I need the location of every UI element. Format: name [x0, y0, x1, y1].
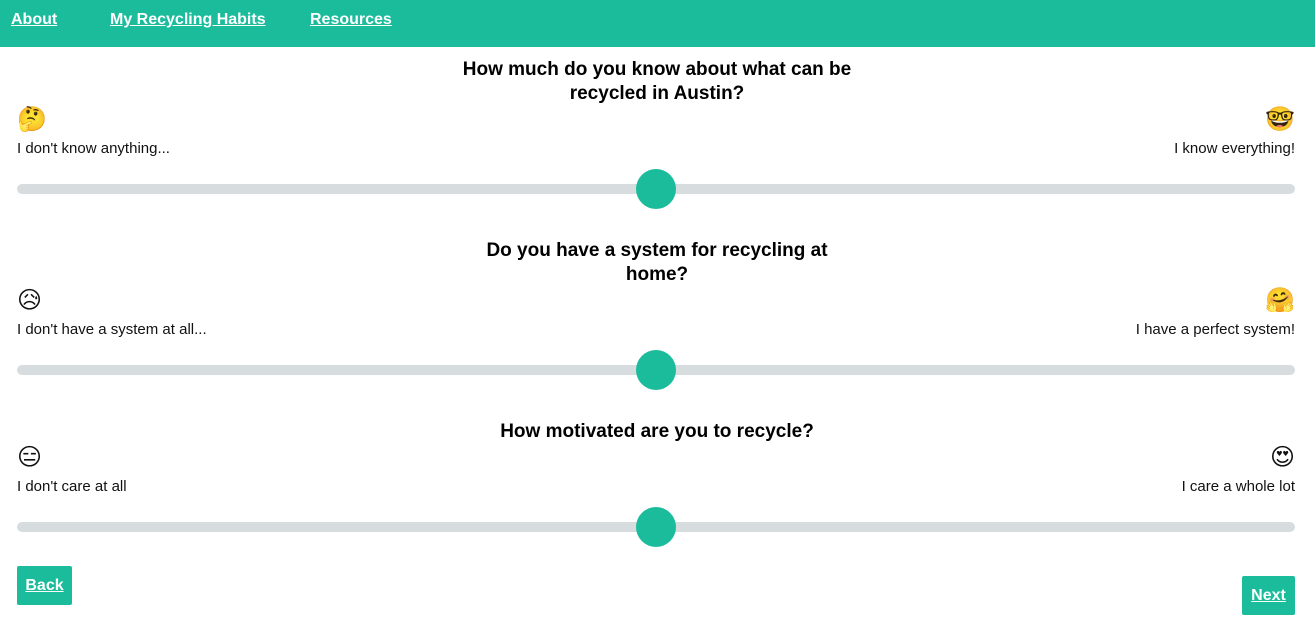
motivation-slider-thumb[interactable]	[636, 507, 676, 547]
scale-max-label: I have a perfect system!	[1135, 321, 1295, 338]
question-title: How much do you know about what can be r…	[462, 59, 852, 104]
system-slider-track[interactable]	[17, 350, 1295, 390]
thinking-face-icon: 🤔	[17, 105, 47, 133]
expressionless-face-icon: 😑	[17, 443, 43, 471]
nav-recycling-habits-link[interactable]: My Recycling Habits	[110, 11, 266, 29]
system-slider-thumb[interactable]	[636, 350, 676, 390]
heart-eyes-face-icon: 😍	[1269, 443, 1295, 471]
scale-max-label: I know everything!	[1174, 140, 1295, 157]
nav-resources-link[interactable]: Resources	[310, 11, 392, 29]
back-button[interactable]: Back	[17, 566, 72, 605]
knowledge-slider-thumb[interactable]	[636, 169, 676, 209]
hugging-face-icon: 🤗	[1265, 286, 1295, 314]
knowledge-slider-track[interactable]	[17, 169, 1295, 209]
nav-about-link[interactable]: About	[11, 11, 57, 29]
scale-max-label: I care a whole lot	[1181, 478, 1295, 495]
top-navbar: About My Recycling Habits Resources	[0, 0, 1315, 47]
scale-min-label: I don't have a system at all...	[17, 321, 207, 338]
next-button[interactable]: Next	[1242, 576, 1295, 615]
scale-min-label: I don't care at all	[17, 478, 127, 495]
question-title: How motivated are you to recycle?	[500, 421, 814, 442]
motivation-slider-track[interactable]	[17, 507, 1295, 547]
sad-relieved-face-icon: 😥	[17, 286, 43, 314]
nerd-face-icon: 🤓	[1265, 105, 1295, 133]
question-title: Do you have a system for recycling at ho…	[486, 240, 828, 285]
scale-min-label: I don't know anything...	[17, 140, 170, 157]
